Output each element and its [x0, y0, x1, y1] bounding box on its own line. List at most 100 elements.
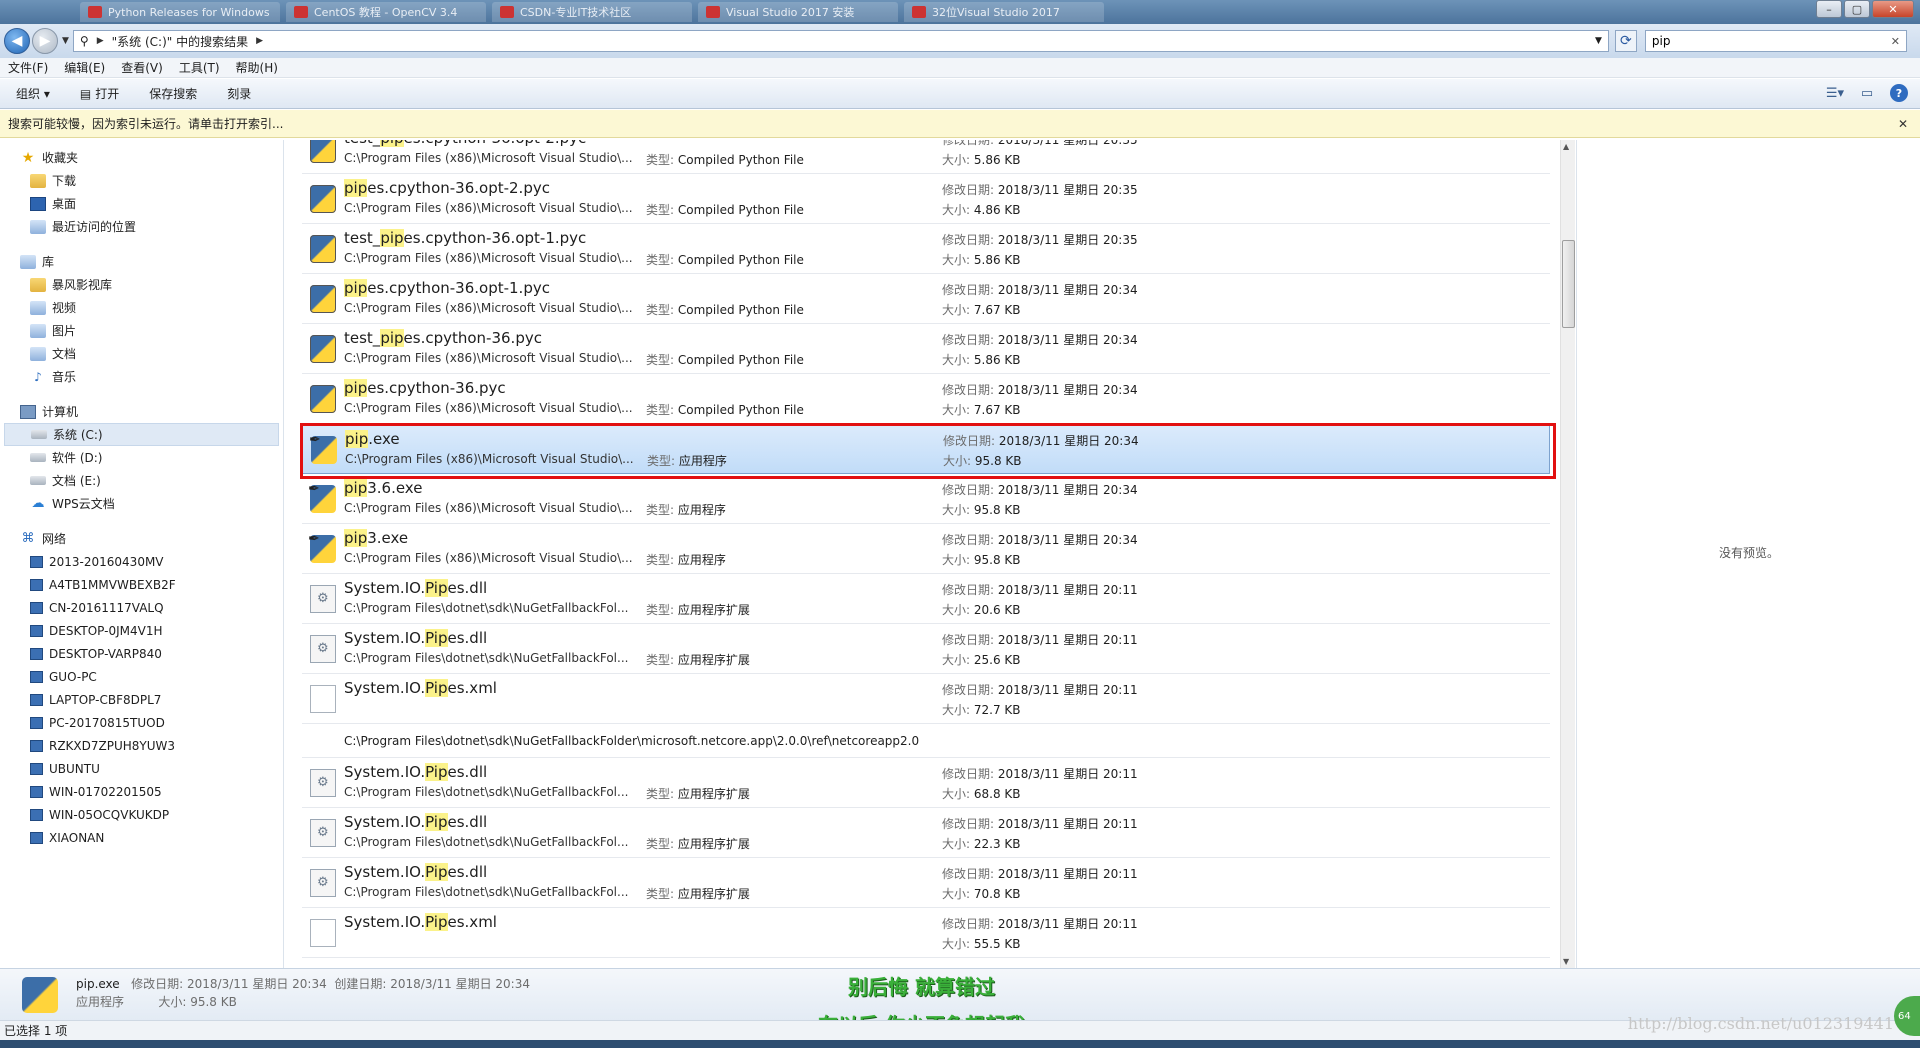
refresh-button[interactable]: ⟳ — [1614, 30, 1637, 52]
menu-tools[interactable]: 工具(T) — [179, 59, 220, 76]
nav-item-drive-c[interactable]: 系统 (C:) — [4, 423, 279, 446]
browser-tab[interactable]: Visual Studio 2017 安装 — [698, 2, 898, 22]
result-row[interactable]: pipes.cpython-36.pyc C:\Program Files (x8… — [302, 374, 1550, 424]
nav-item-storm-library[interactable]: 暴风影视库 — [0, 273, 283, 296]
minimize-button[interactable]: – — [1816, 0, 1842, 18]
nav-item-network-pc[interactable]: DESKTOP-VARP840 — [0, 642, 283, 665]
nav-item-network-pc[interactable]: UBUNTU — [0, 757, 283, 780]
history-dropdown-icon[interactable]: ▼ — [62, 36, 69, 46]
nav-item-drive-d[interactable]: 软件 (D:) — [0, 446, 283, 469]
menu-view[interactable]: 查看(V) — [121, 59, 163, 76]
nav-item-network-pc[interactable]: RZKXD7ZPUH8YUW3 — [0, 734, 283, 757]
file-name[interactable]: pipes.cpython-36.opt-2.pyc — [344, 179, 550, 197]
browser-tab[interactable]: Python Releases for Windows — [80, 2, 280, 22]
nav-item-network-pc[interactable]: A4TB1MMVWBEXB2F — [0, 573, 283, 596]
save-search-button[interactable]: 保存搜索 — [149, 85, 197, 102]
view-options-icon[interactable]: ☰▾ — [1826, 84, 1844, 102]
nav-item-network-pc[interactable]: WIN-01702201505 — [0, 780, 283, 803]
burn-button[interactable]: 刻录 — [227, 85, 251, 102]
file-name[interactable]: test_pipes.cpython-36.opt-1.pyc — [344, 229, 586, 247]
result-row[interactable]: pip3.exe C:\Program Files (x86)\Microsoft… — [302, 524, 1550, 574]
nav-libraries[interactable]: 库 — [0, 250, 283, 273]
result-row[interactable]: test_pipes.cpython-36.pyc C:\Program File… — [302, 324, 1550, 374]
nav-computer[interactable]: 计算机 — [0, 400, 283, 423]
preview-pane-icon[interactable]: ▭ — [1858, 84, 1876, 102]
browser-tab[interactable]: CSDN-专业IT技术社区 — [492, 2, 692, 22]
nav-item-recent[interactable]: 最近访问的位置 — [0, 215, 283, 238]
result-row[interactable]: System.IO.Pipes.xml 修改日期: 2018/3/11 星期日 2… — [302, 908, 1550, 958]
nav-item-documents[interactable]: 文档 — [0, 342, 283, 365]
file-name[interactable]: pipes.cpython-36.pyc — [344, 379, 506, 397]
result-row[interactable]: pip3.6.exe C:\Program Files (x86)\Microso… — [302, 474, 1550, 524]
file-name[interactable]: System.IO.Pipes.dll — [344, 863, 487, 881]
menu-file[interactable]: 文件(F) — [8, 59, 48, 76]
nav-item-downloads[interactable]: 下载 — [0, 169, 283, 192]
file-name[interactable]: pip3.6.exe — [344, 479, 422, 497]
nav-item-network-pc[interactable]: PC-20170815TUOD — [0, 711, 283, 734]
file-name[interactable]: pip.exe — [345, 430, 400, 448]
nav-item-network-pc[interactable]: WIN-05OCQVKUKDP — [0, 803, 283, 826]
nav-item-network-pc[interactable]: LAPTOP-CBF8DPL7 — [0, 688, 283, 711]
chevron-right-icon[interactable]: ▶ — [256, 36, 263, 46]
result-row[interactable]: System.IO.Pipes.dll C:\Program Files\dotn… — [302, 758, 1550, 808]
result-row[interactable]: pipes.cpython-36.opt-1.pyc C:\Program Fil… — [302, 274, 1550, 324]
clear-search-icon[interactable]: ✕ — [1891, 35, 1900, 48]
scrollbar-thumb[interactable] — [1562, 240, 1575, 328]
nav-item-network-pc[interactable]: XIAONAN — [0, 826, 283, 849]
file-name[interactable]: System.IO.Pipes.dll — [344, 579, 487, 597]
address-bar[interactable]: ⚲ ▶ "系统 (C:)" 中的搜索结果 ▶ ▼ — [72, 30, 1609, 52]
result-row[interactable]: System.IO.Pipes.dll C:\Program Files\dotn… — [302, 808, 1550, 858]
nav-item-music[interactable]: ♪ 音乐 — [0, 365, 283, 388]
nav-network[interactable]: ⌘ 网络 — [0, 527, 283, 550]
result-row[interactable]: System.IO.Pipes.dll C:\Program Files\dotn… — [302, 858, 1550, 908]
menu-edit[interactable]: 编辑(E) — [64, 59, 105, 76]
nav-item-network-pc[interactable]: GUO-PC — [0, 665, 283, 688]
result-row[interactable]: pip.exe C:\Program Files (x86)\Microsoft … — [302, 424, 1550, 474]
result-row[interactable]: System.IO.Pipes.dll C:\Program Files\dotn… — [302, 624, 1550, 674]
menu-help[interactable]: 帮助(H) — [236, 59, 278, 76]
file-name[interactable]: pipes.cpython-36.opt-1.pyc — [344, 279, 550, 297]
file-name[interactable]: pip3.exe — [344, 529, 408, 547]
result-row[interactable]: System.IO.Pipes.xml 修改日期: 2018/3/11 星期日 2… — [302, 674, 1550, 724]
scroll-down-icon[interactable]: ▼ — [1563, 957, 1569, 966]
index-info-bar[interactable]: 搜索可能较慢，因为索引未运行。请单击打开索引... ✕ — [0, 110, 1920, 138]
nav-item-desktop[interactable]: 桌面 — [0, 192, 283, 215]
nav-favorites[interactable]: ★ 收藏夹 — [0, 146, 283, 169]
nav-item-drive-e[interactable]: 文档 (E:) — [0, 469, 283, 492]
chevron-down-icon[interactable]: ▼ — [1595, 36, 1602, 46]
browser-tab[interactable]: CentOS 教程 - OpenCV 3.4 — [286, 2, 486, 22]
help-icon[interactable]: ? — [1890, 84, 1908, 102]
maximize-button[interactable]: ▢ — [1844, 0, 1870, 18]
file-name[interactable]: test_pipes.cpython-36.opt-2.pyc — [344, 140, 586, 147]
file-name[interactable]: System.IO.Pipes.xml — [344, 679, 497, 697]
scroll-up-icon[interactable]: ▲ — [1563, 142, 1569, 151]
results-scrollbar[interactable]: ▲ ▼ — [1560, 140, 1575, 968]
file-name[interactable]: System.IO.Pipes.dll — [344, 629, 487, 647]
file-name[interactable]: System.IO.Pipes.dll — [344, 763, 487, 781]
result-row[interactable]: test_pipes.cpython-36.opt-2.pyc C:\Progra… — [302, 140, 1550, 174]
nav-item-network-pc[interactable]: CN-20161117VALQ — [0, 596, 283, 619]
result-row[interactable]: System.IO.Pipes.dll C:\Program Files\dotn… — [302, 574, 1550, 624]
close-icon[interactable]: ✕ — [1898, 117, 1908, 131]
nav-item-pictures[interactable]: 图片 — [0, 319, 283, 342]
browser-tab[interactable]: 32位Visual Studio 2017 — [904, 2, 1104, 22]
close-button[interactable]: ✕ — [1872, 0, 1914, 18]
file-name[interactable]: test_pipes.cpython-36.pyc — [344, 329, 542, 347]
nav-item-network-pc[interactable]: 2013-20160430MV — [0, 550, 283, 573]
result-row[interactable]: test_pipes.cpython-36.opt-1.pyc C:\Progra… — [302, 224, 1550, 274]
chevron-right-icon[interactable]: ▶ — [97, 36, 104, 46]
nav-item-wps-cloud[interactable]: ☁ WPS云文档 — [0, 492, 283, 515]
open-button[interactable]: ▤ 打开 — [80, 85, 119, 102]
file-name[interactable]: System.IO.Pipes.dll — [344, 813, 487, 831]
nav-item-network-pc[interactable]: DESKTOP-0JM4V1H — [0, 619, 283, 642]
search-box[interactable]: ✕ — [1644, 30, 1907, 52]
organize-button[interactable]: 组织 ▾ — [16, 85, 50, 102]
breadcrumb[interactable]: "系统 (C:)" 中的搜索结果 — [112, 33, 248, 50]
search-results-list[interactable]: test_pipes.cpython-36.opt-2.pycC:\Progra… — [296, 140, 1564, 968]
result-row[interactable]: pipes.cpython-36.opt-2.pyc C:\Program Fil… — [302, 174, 1550, 224]
back-button[interactable]: ◀ — [4, 28, 30, 54]
nav-item-videos[interactable]: 视频 — [0, 296, 283, 319]
file-name[interactable]: System.IO.Pipes.xml — [344, 913, 497, 931]
forward-button[interactable]: ▶ — [32, 28, 58, 54]
search-input[interactable] — [1651, 34, 1872, 48]
